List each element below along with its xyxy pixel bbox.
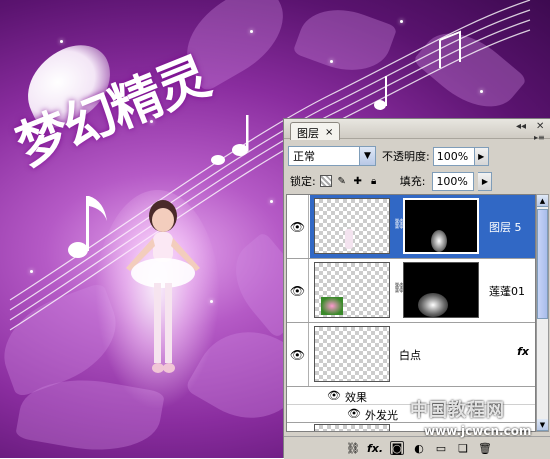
panel-menu-icon[interactable]: ▸≡ <box>534 133 545 142</box>
delete-layer-icon[interactable]: 🗑︎ <box>478 441 492 455</box>
close-panel-icon[interactable]: ✕ <box>536 121 544 132</box>
panel-bottom-toolbar: ⛓︎ fx. ◙ ◐ ▭ ❏ 🗑︎ <box>284 436 550 459</box>
scroll-down-icon[interactable]: ▼ <box>537 419 548 431</box>
add-mask-icon[interactable]: ◙ <box>390 441 404 455</box>
lock-brush-icon[interactable]: ✎ <box>336 175 348 187</box>
lock-all-icon[interactable]: 🔒︎ <box>368 175 380 187</box>
layer-thumbnail[interactable] <box>314 262 390 318</box>
layer-fx-icon[interactable]: fx <box>517 345 529 358</box>
opacity-slider-arrow-icon[interactable]: ▶ <box>474 146 489 166</box>
lock-transparent-icon[interactable] <box>319 175 332 187</box>
blend-mode-select[interactable]: 正常 ▼ <box>288 146 376 166</box>
lock-label: 锁定: <box>290 175 316 188</box>
effects-label: 效果 <box>345 391 367 404</box>
add-style-icon[interactable]: fx. <box>367 441 383 455</box>
fill-label: 填充: <box>399 175 426 188</box>
thumb-figure <box>345 229 353 249</box>
fill-input[interactable]: 100% <box>432 171 475 191</box>
link-layers-icon[interactable]: ⛓︎ <box>346 441 360 455</box>
new-layer-icon[interactable]: ❏ <box>456 441 470 455</box>
effects-eye-icon[interactable]: 👁︎ <box>327 389 341 402</box>
layer-thumbnail-partial[interactable] <box>314 424 390 431</box>
opacity-input[interactable]: 100% <box>432 146 475 166</box>
blend-opacity-row: 正常 ▼ 不透明度: 100% ▶ <box>288 145 489 167</box>
visibility-eye-icon[interactable]: 👁︎ <box>287 323 309 386</box>
new-group-icon[interactable]: ▭ <box>434 441 448 455</box>
watermark-title: 中国教程网 <box>410 400 505 421</box>
lock-fill-row: 锁定: ✎ ✚ 🔒︎ 填充: 100% ▶ <box>290 171 493 191</box>
layer-thumbnail[interactable] <box>314 198 390 254</box>
lock-move-icon[interactable]: ✚ <box>352 175 364 187</box>
tab-layers[interactable]: 图层 × <box>290 122 341 140</box>
chevron-down-icon[interactable]: ▼ <box>359 147 375 165</box>
mask-glow <box>431 230 447 252</box>
thumb-lotus <box>321 297 343 315</box>
scrollbar-thumb[interactable] <box>537 209 548 319</box>
visibility-eye-icon[interactable]: 👁︎ <box>287 259 309 322</box>
panel-titlebar: 图层 × ◂◂ ✕ ▸≡ <box>284 119 550 142</box>
mask-glow <box>418 293 448 317</box>
layer-mask-thumbnail[interactable] <box>403 262 479 318</box>
layer-row-baidian[interactable]: 👁︎ 白点 fx <box>287 323 535 387</box>
layer-name[interactable]: 白点 <box>399 347 421 363</box>
tab-close-icon[interactable]: × <box>325 127 333 138</box>
collapse-icon[interactable]: ◂◂ <box>516 121 526 132</box>
fill-slider-arrow-icon[interactable]: ▶ <box>478 171 493 191</box>
layer-thumbnail[interactable] <box>314 326 390 382</box>
opacity-label: 不透明度: <box>382 150 430 163</box>
layer-row-layer5[interactable]: 👁︎ ⛓︎ 图层 5 <box>287 195 535 259</box>
adjustment-layer-icon[interactable]: ◐ <box>412 441 426 455</box>
layers-scrollbar[interactable]: ▲ ▼ <box>536 194 549 432</box>
layer-row-lianpeng01[interactable]: 👁︎ ⛓︎ 莲蓬01 <box>287 259 535 323</box>
effect-item-eye-icon[interactable]: 👁︎ <box>347 407 361 420</box>
watermark-url: www.jcwcn.com <box>424 424 532 438</box>
layer-name[interactable]: 莲蓬01 <box>489 283 525 299</box>
scroll-up-icon[interactable]: ▲ <box>537 195 548 207</box>
layer-name[interactable]: 图层 5 <box>489 219 522 235</box>
ballerina-girl <box>126 200 200 373</box>
visibility-eye-icon[interactable]: 👁︎ <box>287 195 309 258</box>
blend-mode-value: 正常 <box>293 150 315 163</box>
tab-label: 图层 <box>297 126 319 140</box>
layer-mask-thumbnail[interactable] <box>403 198 479 254</box>
effect-item-label: 外发光 <box>365 409 398 422</box>
